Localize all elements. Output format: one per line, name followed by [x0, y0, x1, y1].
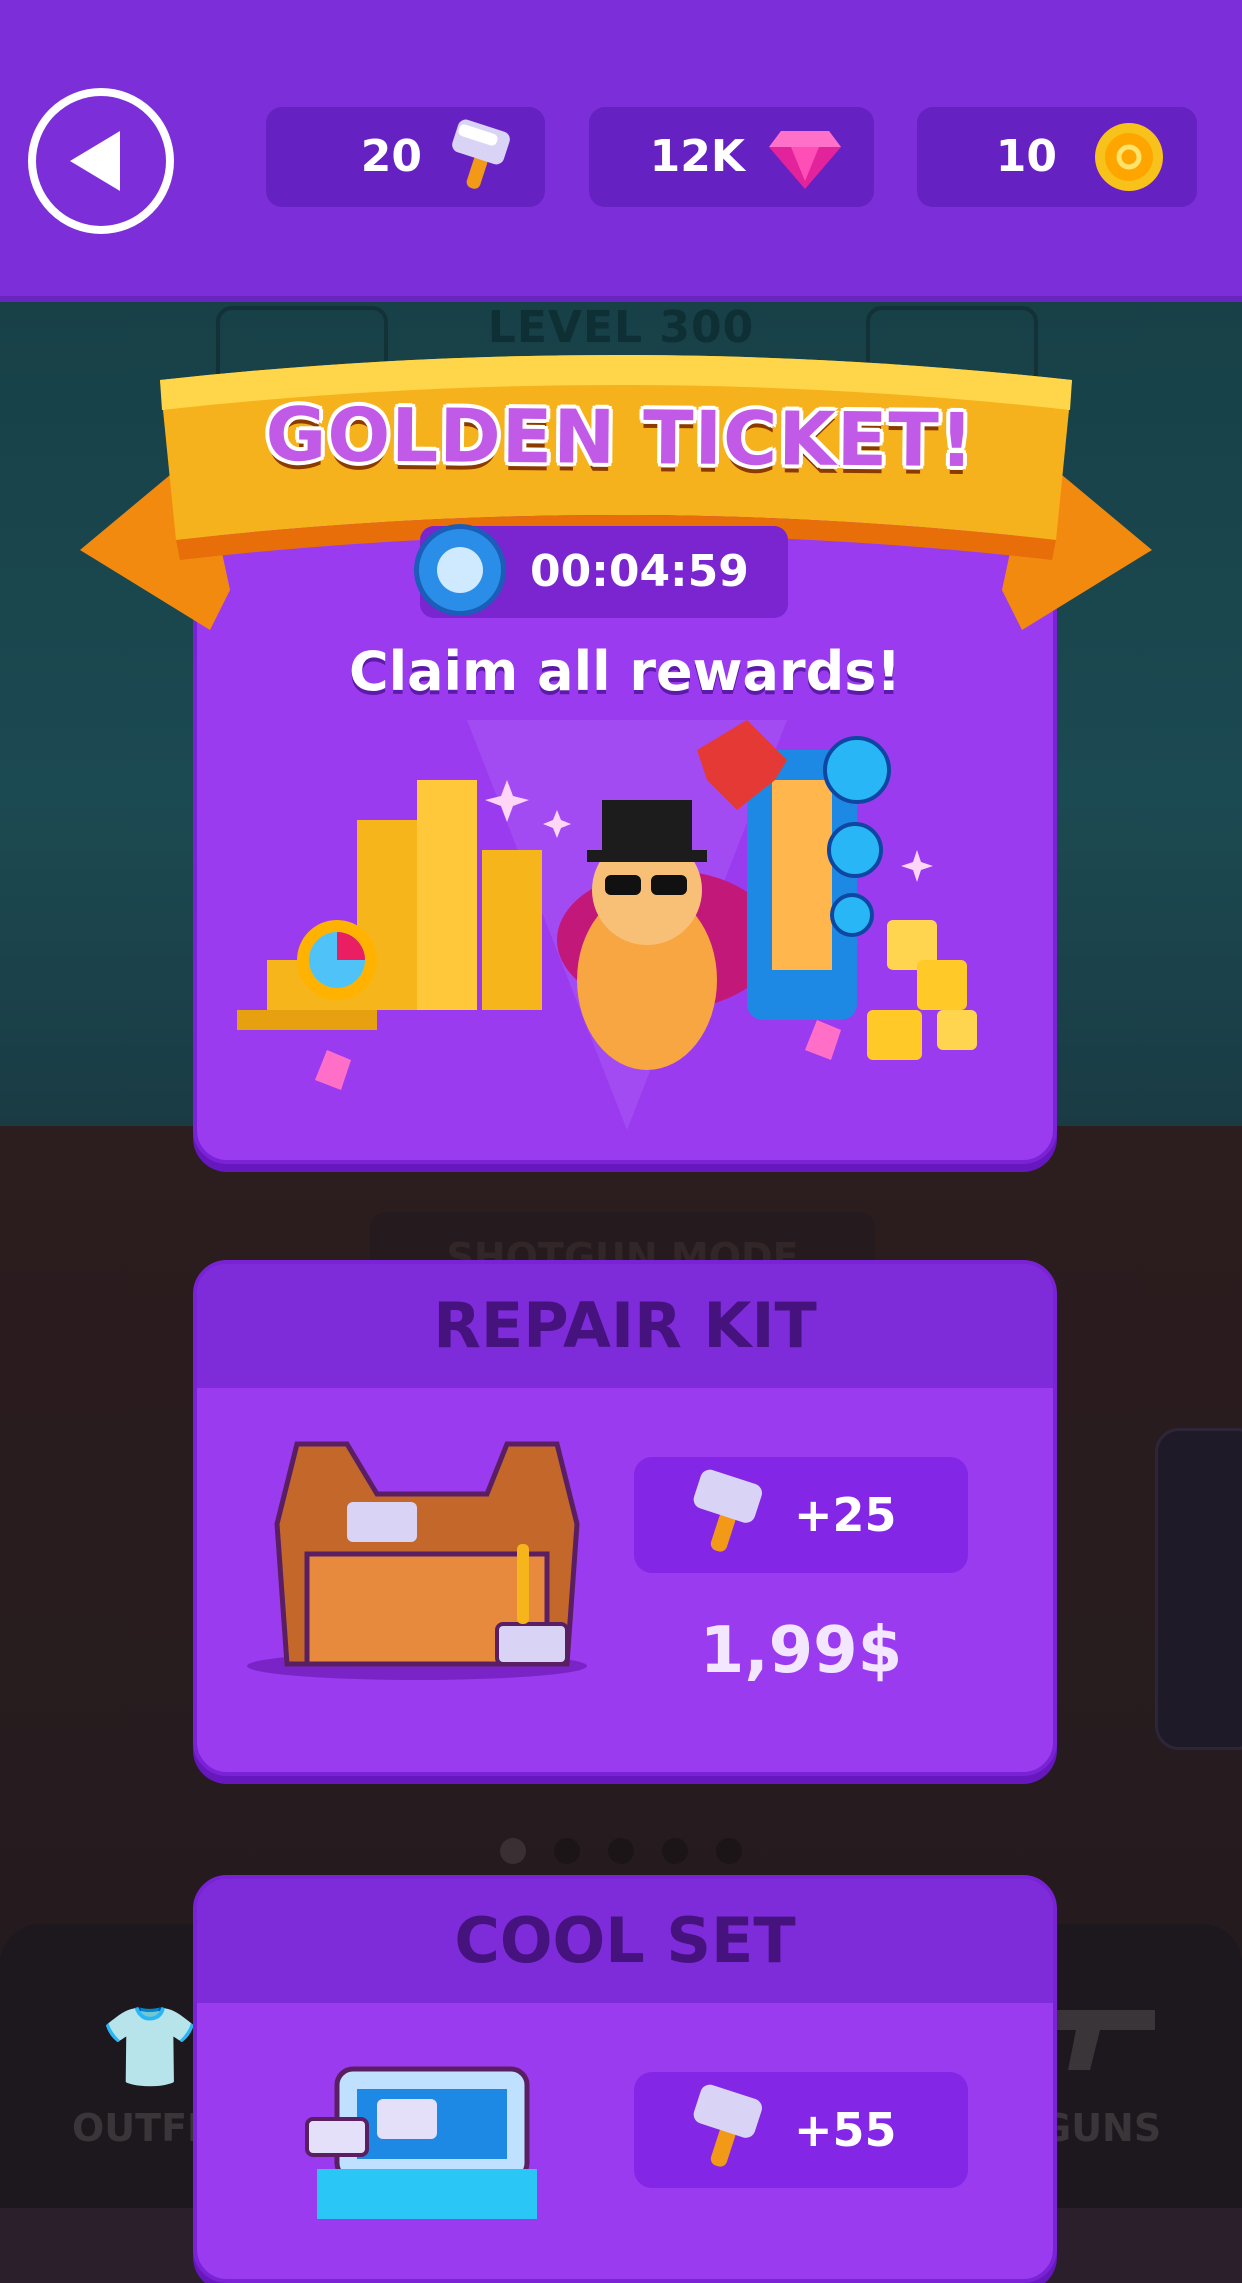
- gem-count: 12K: [649, 131, 745, 182]
- gun-icon: [1040, 2000, 1160, 2099]
- cool-set-reward: +55: [634, 2072, 968, 2188]
- page-dot: [716, 1838, 742, 1864]
- outfit-icon: 👕: [100, 2000, 200, 2093]
- nav-guns-label: GUNS: [1040, 2106, 1162, 2150]
- page-dot: [608, 1838, 634, 1864]
- cool-set-amount: +55: [794, 2103, 897, 2157]
- clock-icon: [414, 524, 506, 616]
- repair-kit-reward: +25: [634, 1457, 968, 1573]
- hammer-counter[interactable]: 20: [266, 107, 545, 207]
- repair-kit-title: REPAIR KIT: [197, 1264, 1053, 1388]
- hammer-icon: [693, 1469, 762, 1552]
- golden-ticket-title: GOLDEN TICKET!: [265, 391, 975, 485]
- nav-outfit-label: OUTFI: [72, 2106, 202, 2150]
- back-arrow-icon: [70, 131, 120, 191]
- page-dot: [554, 1838, 580, 1864]
- cool-set-title: COOL SET: [197, 1879, 1053, 2003]
- page-dot: [662, 1838, 688, 1864]
- rewards-illustration: [237, 720, 977, 1130]
- repair-kit-panel[interactable]: REPAIR KIT +25 1,99$: [193, 1260, 1057, 1776]
- coin-counter[interactable]: 10: [917, 107, 1197, 207]
- repair-kit-price[interactable]: 1,99$: [634, 1614, 968, 1688]
- cool-set-panel[interactable]: COOL SET +55: [193, 1875, 1057, 2283]
- page-indicator: [0, 1838, 1242, 1868]
- hammer-icon: [693, 2084, 762, 2167]
- page-dot: [500, 1838, 526, 1864]
- timer-value: 00:04:59: [530, 546, 749, 597]
- top-bar: 20 12K 10: [0, 0, 1242, 296]
- treasure-chest-icon: [305, 2066, 537, 2219]
- coin-icon: [1095, 123, 1163, 191]
- coin-count: 10: [995, 131, 1057, 182]
- back-button[interactable]: [28, 88, 174, 234]
- background-side-card: [1155, 1428, 1242, 1750]
- gem-icon: [769, 131, 841, 189]
- hammer-icon: [452, 119, 510, 189]
- gem-counter[interactable]: 12K: [589, 107, 874, 207]
- claim-rewards-text: Claim all rewards!: [348, 640, 902, 703]
- toolbox-icon: [247, 1441, 587, 1680]
- hammer-count: 20: [360, 131, 422, 182]
- repair-kit-amount: +25: [794, 1488, 897, 1542]
